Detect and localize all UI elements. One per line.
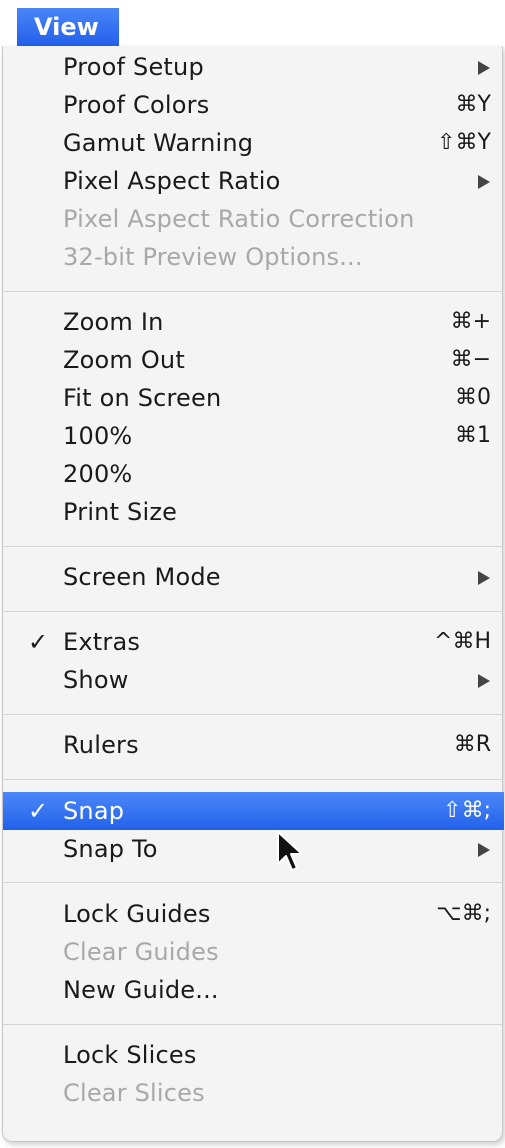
menu-item-label: Zoom Out — [63, 346, 185, 374]
menu-item-zoom-200[interactable]: 200% — [3, 455, 504, 493]
menu-item-snap-to[interactable]: Snap To — [3, 830, 504, 868]
menu-item-label: Screen Mode — [63, 563, 221, 591]
submenu-arrow-icon — [478, 843, 490, 857]
menu-item-label: Fit on Screen — [63, 384, 222, 412]
menu-item-new-guide[interactable]: New Guide... — [3, 971, 504, 1009]
mouse-cursor-icon — [277, 831, 303, 871]
menu-separator — [3, 611, 502, 612]
menu-item-screen-mode[interactable]: Screen Mode — [3, 558, 504, 596]
menu-item-zoom-out[interactable]: Zoom Out ⌘− — [3, 341, 504, 379]
submenu-arrow-icon — [478, 674, 490, 688]
menu-item-clear-guides: Clear Guides — [3, 933, 504, 971]
menu-item-shortcut: ⌘− — [450, 347, 491, 372]
checkmark-icon: ✓ — [28, 628, 49, 656]
menu-separator — [3, 714, 502, 715]
menu-item-gamut-warning[interactable]: Gamut Warning ⇧⌘Y — [3, 124, 504, 162]
menu-item-label: 200% — [63, 460, 133, 488]
menu-item-label: Lock Slices — [63, 1041, 197, 1069]
menu-item-label: Clear Guides — [63, 938, 219, 966]
menu-item-label: Rulers — [63, 731, 139, 759]
menu-item-label: Proof Colors — [63, 91, 210, 119]
menu-item-pixel-aspect-ratio-correction: Pixel Aspect Ratio Correction — [3, 200, 504, 238]
menu-item-snap[interactable]: ✓ Snap ⇧⌘; — [3, 792, 504, 830]
menu-item-label: New Guide... — [63, 976, 219, 1004]
checkmark-icon: ✓ — [28, 797, 49, 825]
menu-item-pixel-aspect-ratio[interactable]: Pixel Aspect Ratio — [3, 162, 504, 200]
menu-item-label: Pixel Aspect Ratio — [63, 167, 281, 195]
menu-item-show[interactable]: Show — [3, 661, 504, 699]
menu-item-shortcut: ⌥⌘; — [436, 901, 491, 926]
menu-item-label: Show — [63, 666, 129, 694]
menu-item-label: 32-bit Preview Options... — [63, 243, 363, 271]
menu-item-clear-slices: Clear Slices — [3, 1074, 504, 1112]
menu-item-proof-setup[interactable]: Proof Setup — [3, 48, 504, 86]
menu-item-shortcut: ⇧⌘; — [443, 798, 491, 823]
menu-item-label: Gamut Warning — [63, 129, 254, 157]
menu-item-lock-guides[interactable]: Lock Guides ⌥⌘; — [3, 895, 504, 933]
menu-separator — [3, 779, 502, 780]
menu-item-proof-colors[interactable]: Proof Colors ⌘Y — [3, 86, 504, 124]
menu-item-label: Lock Guides — [63, 900, 211, 928]
menu-separator — [3, 546, 502, 547]
menu-item-label: Clear Slices — [63, 1079, 205, 1107]
menu-item-rulers[interactable]: Rulers ⌘R — [3, 726, 504, 764]
menu-item-label: Extras — [63, 628, 141, 656]
menu-item-label: Print Size — [63, 498, 178, 526]
menu-item-shortcut: ⌘R — [453, 732, 491, 757]
menu-separator — [3, 1024, 502, 1025]
submenu-arrow-icon — [478, 571, 490, 585]
menu-item-label: Pixel Aspect Ratio Correction — [63, 205, 415, 233]
menu-item-zoom-in[interactable]: Zoom In ⌘+ — [3, 303, 504, 341]
menu-item-shortcut: ⌘1 — [455, 423, 491, 448]
menu-item-shortcut: ^⌘H — [434, 629, 491, 654]
menu-item-shortcut: ⇧⌘Y — [437, 130, 491, 155]
menu-item-label: Proof Setup — [63, 53, 204, 81]
menu-item-extras[interactable]: ✓ Extras ^⌘H — [3, 623, 504, 661]
view-menu-title[interactable]: View — [17, 8, 119, 46]
menu-item-label: Zoom In — [63, 308, 164, 336]
menu-item-label: Snap To — [63, 835, 158, 863]
menu-item-print-size[interactable]: Print Size — [3, 493, 504, 531]
menu-item-label: 100% — [63, 422, 133, 450]
menu-item-shortcut: ⌘+ — [450, 309, 491, 334]
menu-item-shortcut: ⌘Y — [455, 92, 491, 117]
menu-item-label: Snap — [63, 797, 125, 825]
screen: View Proof Setup Proof Colors ⌘Y Gamut W… — [0, 0, 505, 1148]
submenu-arrow-icon — [478, 61, 490, 75]
menu-item-32bit-preview-options: 32-bit Preview Options... — [3, 238, 504, 276]
menu-item-lock-slices[interactable]: Lock Slices — [3, 1036, 504, 1074]
menu-item-zoom-100[interactable]: 100% ⌘1 — [3, 417, 504, 455]
menu-item-fit-on-screen[interactable]: Fit on Screen ⌘0 — [3, 379, 504, 417]
submenu-arrow-icon — [478, 175, 490, 189]
menu-item-shortcut: ⌘0 — [455, 385, 491, 410]
menu-separator — [3, 882, 502, 883]
menu-separator — [3, 291, 502, 292]
view-menu-dropdown: Proof Setup Proof Colors ⌘Y Gamut Warnin… — [2, 46, 504, 1142]
